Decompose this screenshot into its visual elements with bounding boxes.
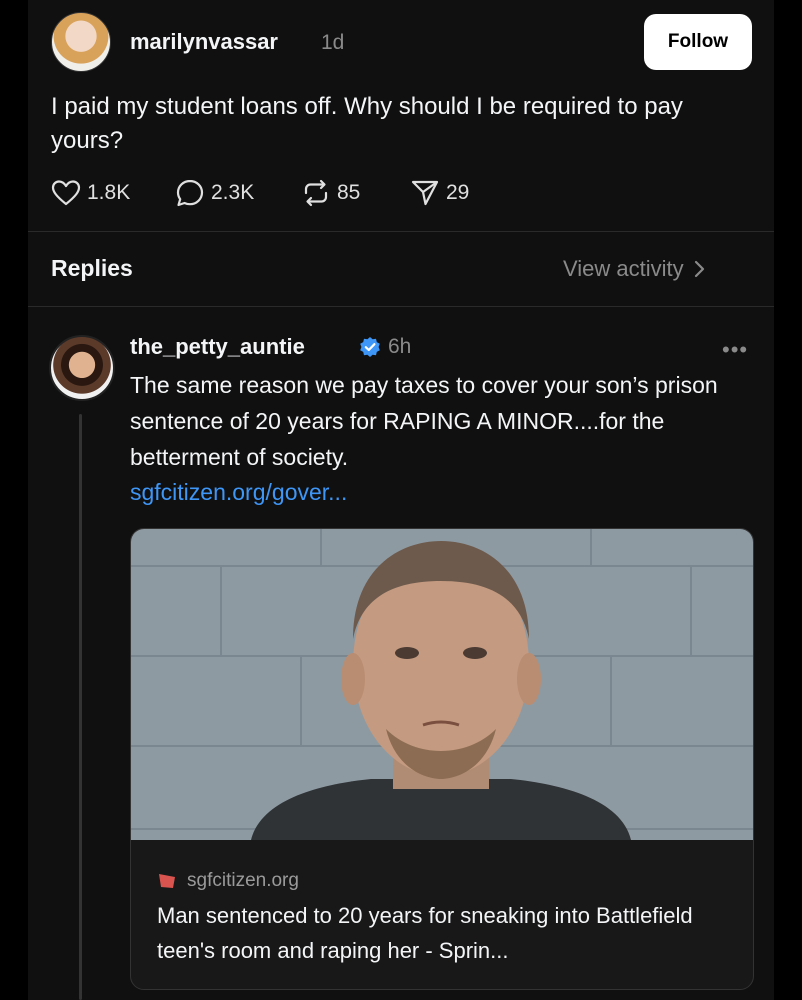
divider: [28, 306, 774, 307]
more-icon[interactable]: •••: [722, 337, 748, 363]
link-preview-card[interactable]: sgfcitizen.org Man sentenced to 20 years…: [130, 528, 754, 990]
thread-line: [79, 414, 82, 1000]
share-icon: [411, 180, 439, 206]
comment-icon: [176, 179, 204, 207]
reply-text: The same reason we pay taxes to cover yo…: [130, 372, 718, 470]
comment-count: 2.3K: [211, 181, 255, 204]
op-avatar[interactable]: [51, 12, 111, 72]
share-button[interactable]: 29: [410, 176, 469, 210]
op-post-text: I paid my student loans off. Why should …: [51, 93, 683, 154]
repost-count: 85: [337, 181, 361, 204]
chevron-right-icon: [694, 260, 704, 278]
share-count: 29: [446, 181, 470, 204]
op-timestamp: 1d: [321, 31, 345, 54]
site-favicon-icon: [159, 874, 175, 888]
card-domain-row: sgfcitizen.org: [157, 870, 299, 892]
repost-button[interactable]: 85: [301, 176, 360, 210]
heart-icon: [51, 180, 81, 206]
view-activity-link[interactable]: View activity: [563, 256, 706, 282]
repost-icon: [304, 179, 328, 207]
card-image: [131, 529, 753, 840]
view-activity-label: View activity: [563, 256, 684, 281]
card-title: Man sentenced to 20 years for sneaking i…: [157, 903, 693, 963]
like-button[interactable]: 1.8K: [51, 176, 130, 210]
like-count: 1.8K: [87, 181, 131, 204]
reply-link[interactable]: sgfcitizen.org/gover...: [130, 479, 347, 506]
reply-timestamp: 6h: [388, 335, 412, 358]
verified-badge-icon: [360, 337, 380, 357]
follow-button[interactable]: Follow: [644, 14, 752, 70]
reply-avatar[interactable]: [49, 335, 115, 401]
comment-button[interactable]: 2.3K: [175, 176, 254, 210]
reply-username[interactable]: the_petty_auntie: [130, 334, 305, 360]
op-username[interactable]: marilynvassar: [130, 29, 278, 55]
card-domain: sgfcitizen.org: [187, 870, 299, 891]
replies-label: Replies: [51, 255, 133, 281]
divider: [28, 231, 774, 232]
